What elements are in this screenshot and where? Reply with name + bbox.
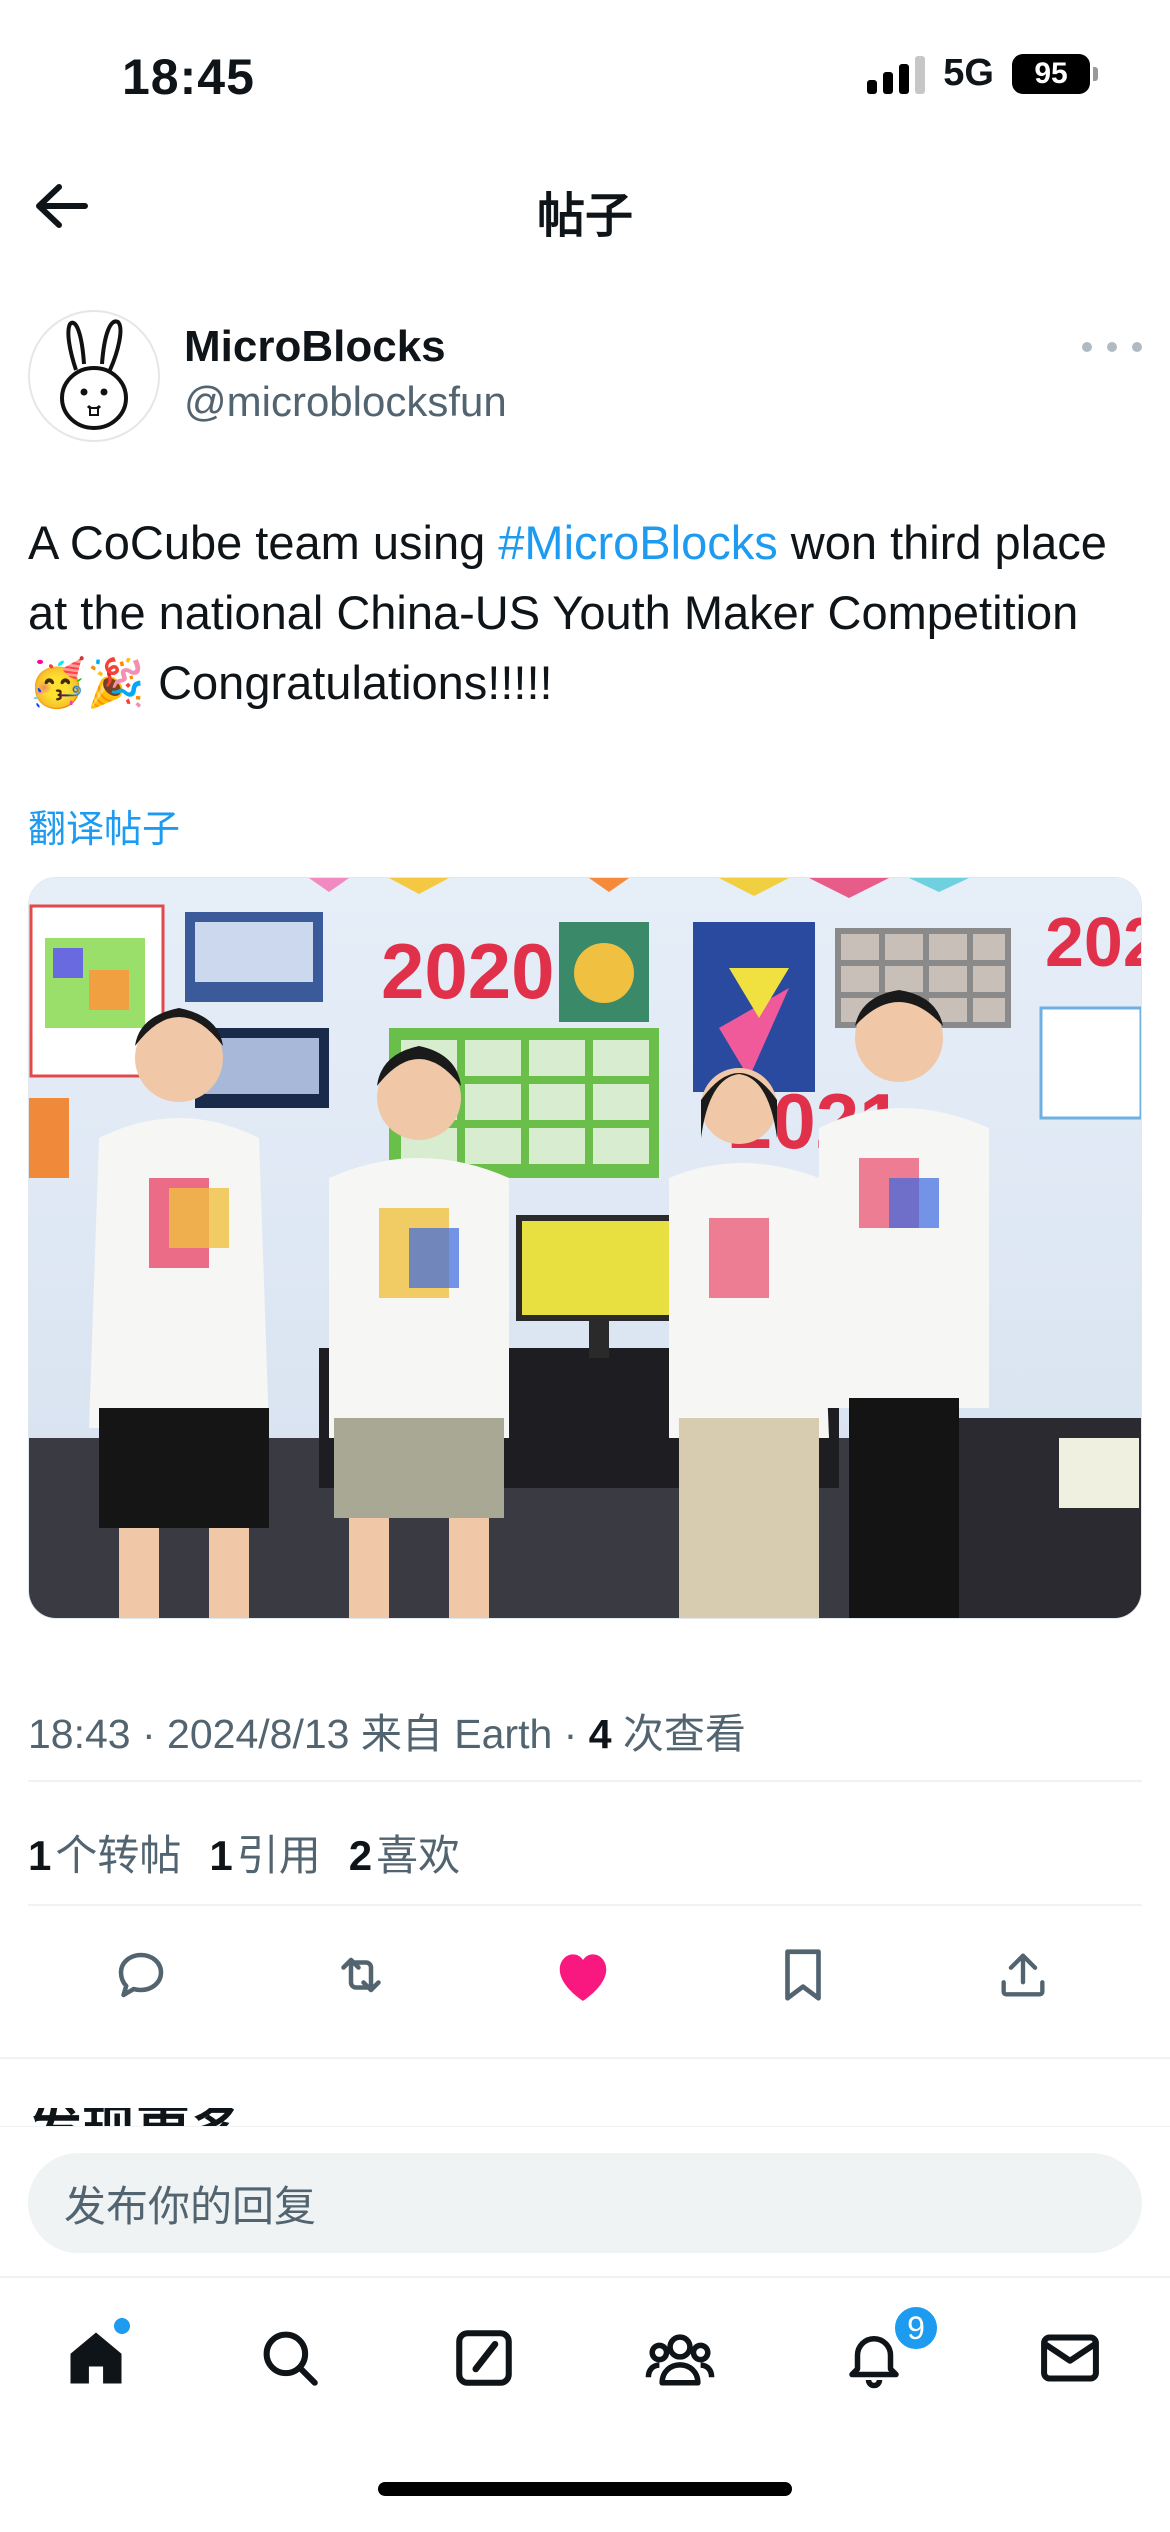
tab-home[interactable] [56, 2318, 136, 2398]
share-button[interactable] [986, 1938, 1060, 2012]
more-options-button[interactable] [1082, 332, 1142, 362]
like-button[interactable] [546, 1938, 620, 2012]
source-prefix: 来自 [360, 1711, 443, 1757]
battery-icon: 95 [1012, 53, 1098, 94]
author-row: MicroBlocks @microblocksfun [28, 310, 1142, 442]
likes-label: 喜欢 [376, 1832, 461, 1879]
author-handle[interactable]: @microblocksfun [184, 378, 507, 426]
author-name[interactable]: MicroBlocks [184, 322, 446, 372]
section-separator [0, 2057, 1170, 2059]
nav-header: 帖子 [0, 150, 1170, 260]
reposts-count: 1 [28, 1832, 52, 1879]
status-indicators: 5G 95 [867, 52, 1098, 95]
home-indicator [378, 2482, 792, 2496]
network-type: 5G [943, 52, 994, 94]
search-icon [263, 2331, 318, 2386]
translate-link[interactable]: 翻译帖子 [28, 798, 180, 853]
quotes-stat[interactable]: 1引用 [209, 1822, 320, 1883]
divider [28, 1780, 1142, 1782]
views-count: 4 [588, 1711, 612, 1757]
more-dot [1132, 342, 1142, 352]
poster-year: 2020 [381, 927, 555, 1015]
tweet-date: 2024/8/13 [167, 1711, 350, 1757]
tweet-actions [28, 1930, 1142, 2020]
quotes-count: 1 [209, 1832, 233, 1879]
tab-communities[interactable] [640, 2318, 720, 2398]
reply-bar: 发布你的回复 [0, 2126, 1170, 2276]
page-title: 帖子 [536, 190, 633, 243]
divider [28, 1904, 1142, 1906]
tweet-meta: 18:43 · 2024/8/13 来自 Earth · 4 次查看 [28, 1711, 746, 1757]
likes-stat[interactable]: 2喜欢 [349, 1822, 460, 1883]
bookmark-button[interactable] [766, 1938, 840, 2012]
reply-input[interactable]: 发布你的回复 [28, 2153, 1142, 2253]
bookmark-icon [785, 1949, 821, 2001]
repost-button[interactable] [324, 1938, 398, 2012]
reposts-stat[interactable]: 1个转帖 [28, 1822, 181, 1883]
more-dot [1082, 342, 1092, 352]
notifications-badge: 9 [892, 2304, 940, 2352]
tab-notifications[interactable]: 9 [834, 2304, 940, 2398]
mail-icon [1041, 2334, 1099, 2382]
status-time: 18:45 [122, 49, 255, 105]
compose-icon [456, 2330, 512, 2386]
reply-icon [118, 1952, 164, 1998]
avatar[interactable] [28, 310, 160, 442]
rabbit-logo [60, 319, 128, 430]
team-photo: 2020 2021 202 [29, 878, 1142, 1618]
poster-year: 202 [1045, 903, 1142, 981]
share-icon [1001, 1953, 1045, 1997]
tab-messages[interactable] [1030, 2318, 1110, 2398]
tweet-photo[interactable]: 2020 2021 202 [28, 877, 1142, 1619]
quotes-label: 引用 [236, 1832, 321, 1879]
likes-count: 2 [348, 1832, 373, 1879]
reposts-label: 个转帖 [55, 1832, 182, 1879]
tweet-source: Earth [454, 1711, 553, 1757]
battery-level: 95 [1034, 56, 1068, 90]
repost-icon [341, 1957, 381, 1993]
heart-icon [559, 1954, 607, 2001]
reply-placeholder: 发布你的回复 [64, 2182, 317, 2230]
status-bar: 18:45 5G 95 [0, 0, 1170, 150]
tweet-time: 18:43 [28, 1711, 131, 1757]
tweet-text-part: A CoCube team using [28, 516, 499, 569]
views-label: 次查看 [622, 1711, 746, 1757]
unread-dot [114, 2318, 130, 2334]
tab-search[interactable] [250, 2318, 330, 2398]
more-dot [1107, 342, 1117, 352]
tweet-text: A CoCube team using #MicroBlocks won thi… [28, 508, 1142, 718]
signal-icon [867, 54, 926, 94]
reply-button[interactable] [104, 1938, 178, 2012]
hashtag-link[interactable]: #MicroBlocks [498, 516, 777, 569]
home-icon [70, 2332, 122, 2384]
tweet-stats: 1个转帖 1引用 2喜欢 [28, 1822, 460, 1883]
tab-compose[interactable] [444, 2318, 524, 2398]
communities-icon [645, 2334, 715, 2386]
